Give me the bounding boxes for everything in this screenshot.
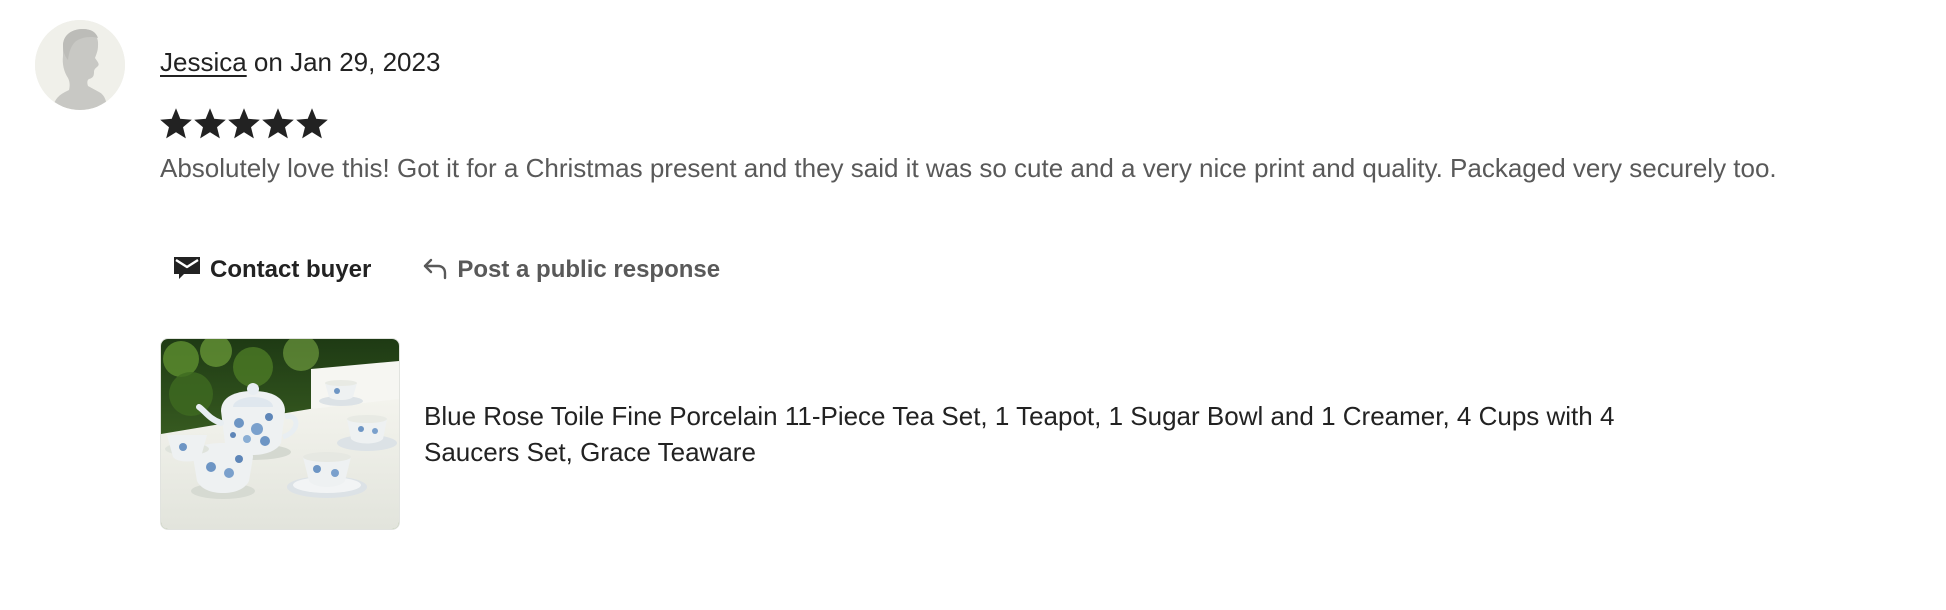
- star-filled-icon: [194, 108, 226, 139]
- reply-arrow-icon: [421, 253, 449, 288]
- post-public-response-button[interactable]: Post a public response: [409, 250, 732, 290]
- star-filled-icon: [262, 108, 294, 139]
- review-text: Absolutely love this! Got it for a Chris…: [160, 153, 1777, 183]
- contact-buyer-label: Contact buyer: [210, 256, 372, 283]
- post-public-response-label: Post a public response: [457, 256, 721, 283]
- contact-buyer-button[interactable]: Contact buyer: [160, 250, 383, 290]
- review-card: Jessica on Jan 29, 2023 Absolutely love …: [0, 0, 1946, 610]
- star-filled-icon: [296, 108, 328, 139]
- avatar[interactable]: [35, 20, 125, 110]
- review-actions: Contact buyer Post a public response: [160, 250, 732, 290]
- review-date: on Jan 29, 2023: [246, 47, 441, 77]
- star-filled-icon: [228, 108, 260, 139]
- reviewed-product: Blue Rose Toile Fine Porcelain 11-Piece …: [160, 338, 1664, 530]
- star-filled-icon: [160, 108, 192, 139]
- product-title-link[interactable]: Blue Rose Toile Fine Porcelain 11-Piece …: [424, 398, 1664, 470]
- envelope-icon: [172, 252, 202, 289]
- default-avatar-silhouette-icon: [35, 20, 125, 110]
- reviewer-name-link[interactable]: Jessica: [160, 47, 247, 77]
- product-thumbnail[interactable]: [160, 338, 400, 530]
- review-byline: Jessica on Jan 29, 2023: [160, 44, 440, 80]
- star-rating: [160, 107, 328, 143]
